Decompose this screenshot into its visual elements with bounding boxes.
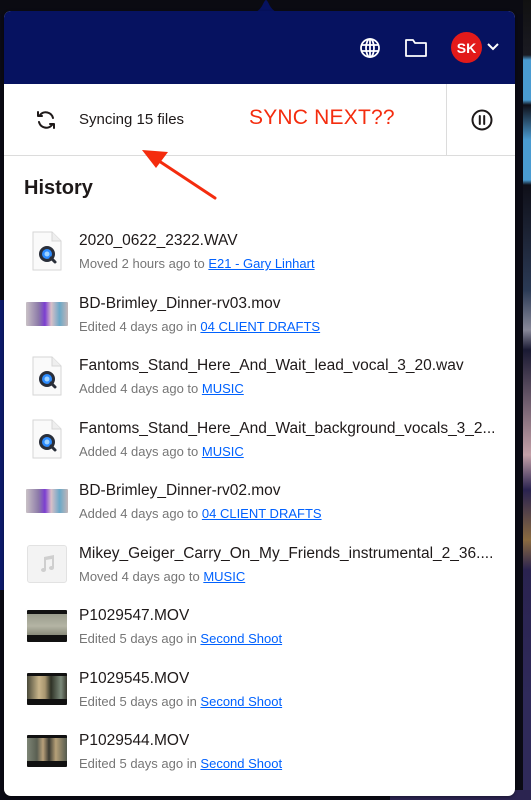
folder-link[interactable]: E21 - Gary Linhart [208, 256, 314, 271]
file-activity: Edited 4 days ago in 04 CLIENT DRAFTS [79, 319, 320, 334]
folder-icon[interactable] [404, 36, 428, 60]
globe-icon[interactable] [358, 36, 382, 60]
file-name[interactable]: BD-Brimley_Dinner-rv03.mov [79, 295, 281, 313]
activity-text: Moved 2 hours ago to [79, 256, 209, 271]
sync-popup: SK Syncing 15 files SYNC NEXT?? History … [4, 11, 515, 796]
folder-link[interactable]: MUSIC [202, 381, 244, 396]
activity-text: Edited 5 days ago in [79, 693, 201, 709]
avatar[interactable]: SK [451, 32, 482, 63]
history-item[interactable]: P1029547.MOV Edited 5 days ago in Second… [4, 597, 515, 660]
video-thumbnail [26, 668, 68, 710]
pause-circle-icon[interactable] [470, 108, 494, 132]
file-activity: Edited 5 days ago in Second Shoot [79, 631, 282, 646]
activity-text: Edited 5 days ago in [79, 756, 201, 771]
activity-text: Added 4 days ago to [79, 506, 202, 521]
history-item[interactable]: Mikey_Geiger_Carry_On_My_Friends_instrum… [4, 535, 515, 598]
history-heading: History [24, 177, 93, 199]
annotation-text: SYNC NEXT?? [249, 106, 395, 129]
history-item[interactable]: 2020_0622_2322.WAV Moved 2 hours ago to … [4, 222, 515, 285]
sync-status-bar: Syncing 15 files SYNC NEXT?? [4, 84, 515, 156]
video-thumbnail [26, 480, 68, 522]
file-name[interactable]: BD-Brimley_Dinner-rv02.mov [79, 482, 281, 500]
activity-text: Added 4 days ago to [79, 381, 202, 396]
file-name[interactable]: P1029547.MOV [79, 607, 189, 625]
popup-header: SK [4, 11, 515, 84]
activity-text: Edited 4 days ago in [79, 318, 201, 334]
history-item[interactable]: Fantoms_Stand_Here_And_Wait_background_v… [4, 410, 515, 473]
folder-link[interactable]: 04 CLIENT DRAFTS [200, 319, 320, 334]
chevron-down-icon[interactable] [486, 41, 500, 53]
folder-link[interactable]: Second Shoot [200, 694, 282, 709]
file-activity: Added 4 days ago to MUSIC [79, 381, 244, 396]
video-thumbnail [26, 730, 68, 772]
file-name[interactable]: 2020_0622_2322.WAV [79, 232, 238, 250]
music-file-icon [26, 543, 68, 585]
sync-icon [37, 111, 55, 129]
file-name[interactable]: P1029544.MOV [79, 732, 189, 750]
file-name[interactable]: P1029545.MOV [79, 670, 189, 688]
desktop-background-right [523, 0, 531, 800]
folder-link[interactable]: MUSIC [202, 444, 244, 459]
file-activity: Moved 4 days ago to MUSIC [79, 569, 245, 584]
file-activity: Moved 2 hours ago to E21 - Gary Linhart [79, 256, 315, 271]
file-activity: Edited 5 days ago in Second Shoot [79, 756, 282, 771]
file-name[interactable]: Fantoms_Stand_Here_And_Wait_background_v… [79, 420, 495, 438]
history-item[interactable]: BD-Brimley_Dinner-rv02.mov Added 4 days … [4, 472, 515, 535]
file-activity: Added 4 days ago to 04 CLIENT DRAFTS [79, 506, 322, 521]
sync-status-text: Syncing 15 files [79, 111, 185, 128]
file-name[interactable]: Fantoms_Stand_Here_And_Wait_lead_vocal_3… [79, 357, 464, 375]
folder-link[interactable]: Second Shoot [200, 756, 282, 771]
activity-text: Added 4 days ago to [79, 443, 202, 459]
quicktime-file-icon [26, 418, 68, 460]
history-item[interactable]: P1029545.MOV Edited 5 days ago in Second… [4, 660, 515, 723]
folder-link[interactable]: Second Shoot [200, 631, 282, 646]
history-item[interactable]: Fantoms_Stand_Here_And_Wait_lead_vocal_3… [4, 347, 515, 410]
history-item[interactable]: P1029544.MOV Edited 5 days ago in Second… [4, 722, 515, 785]
video-thumbnail [26, 293, 68, 335]
file-name[interactable]: Mikey_Geiger_Carry_On_My_Friends_instrum… [79, 545, 493, 563]
activity-text: Edited 5 days ago in [79, 631, 201, 646]
divider [446, 84, 447, 156]
quicktime-file-icon [26, 355, 68, 397]
activity-text: Moved 4 days ago to [79, 568, 204, 584]
quicktime-file-icon [26, 230, 68, 272]
folder-link[interactable]: 04 CLIENT DRAFTS [202, 506, 322, 521]
file-activity: Added 4 days ago to MUSIC [79, 444, 244, 459]
history-item[interactable]: BD-Brimley_Dinner-rv03.mov Edited 4 days… [4, 285, 515, 348]
folder-link[interactable]: MUSIC [203, 569, 245, 584]
history-list: 2020_0622_2322.WAV Moved 2 hours ago to … [4, 222, 515, 785]
file-activity: Edited 5 days ago in Second Shoot [79, 694, 282, 709]
video-thumbnail [26, 605, 68, 647]
